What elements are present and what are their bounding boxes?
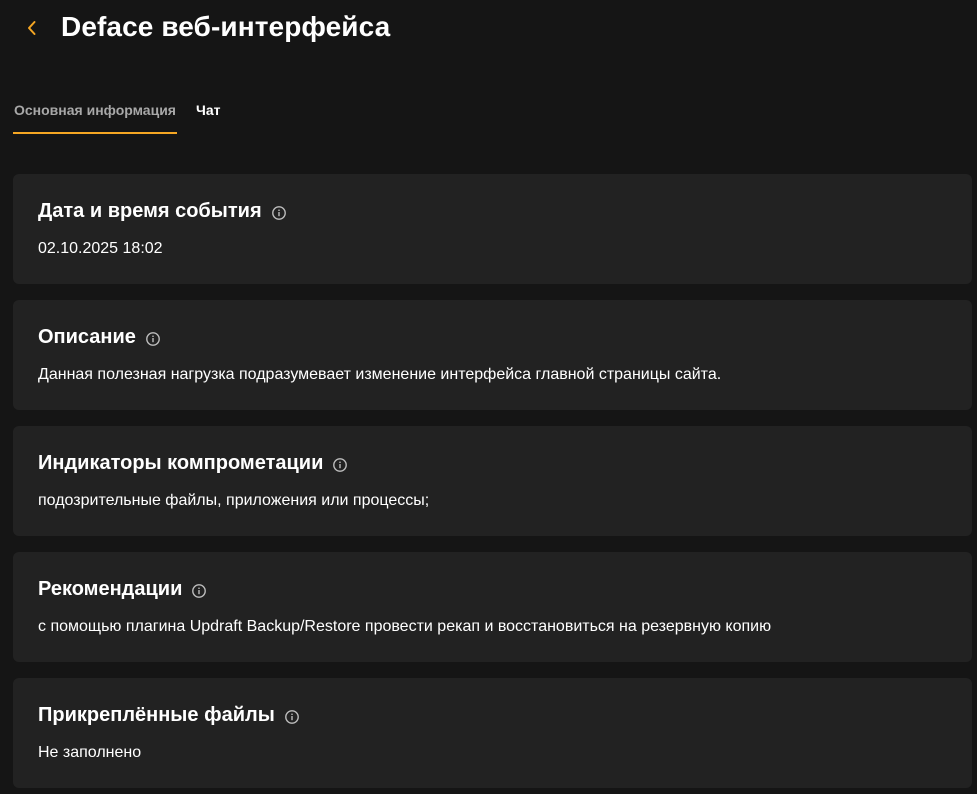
- back-button[interactable]: [20, 14, 44, 42]
- tab-chat[interactable]: Чат: [196, 96, 220, 134]
- info-icon[interactable]: [145, 331, 161, 347]
- info-icon[interactable]: [284, 709, 300, 725]
- section-event-datetime: Дата и время события 02.10.2025 18:02: [13, 174, 972, 284]
- tab-bar: Основная информация Чат: [13, 96, 220, 134]
- section-value: 02.10.2025 18:02: [38, 240, 163, 257]
- section-header: Дата и время события: [38, 200, 287, 223]
- page-title: Deface веб-интерфейса: [61, 11, 391, 42]
- section-value: подозрительные файлы, приложения или про…: [38, 492, 430, 509]
- section-recommendations: Рекомендации с помощью плагина Updraft B…: [13, 552, 972, 662]
- section-attached-files: Прикреплённые файлы Не заполнено: [13, 678, 972, 788]
- info-icon[interactable]: [191, 583, 207, 599]
- section-header: Рекомендации: [38, 578, 207, 601]
- chevron-left-icon: [28, 21, 36, 35]
- section-title: Описание: [38, 326, 136, 348]
- section-header: Описание: [38, 326, 161, 349]
- info-icon[interactable]: [271, 205, 287, 221]
- page-header: Deface веб-интерфейса: [0, 0, 977, 58]
- section-title: Индикаторы компрометации: [38, 452, 324, 474]
- section-description: Описание Данная полезная нагрузка подраз…: [13, 300, 972, 410]
- section-value: Данная полезная нагрузка подразумевает и…: [38, 366, 722, 383]
- incident-details-page: Deface веб-интерфейса Основная информаци…: [0, 0, 977, 794]
- section-indicators: Индикаторы компрометации подозрительные …: [13, 426, 972, 536]
- section-value: Не заполнено: [38, 744, 142, 761]
- section-header: Индикаторы компрометации: [38, 452, 348, 475]
- section-header: Прикреплённые файлы: [38, 704, 300, 727]
- section-title: Прикреплённые файлы: [38, 704, 275, 726]
- tab-main-info[interactable]: Основная информация: [13, 96, 177, 134]
- info-icon[interactable]: [332, 457, 348, 473]
- section-title: Дата и время события: [38, 200, 262, 222]
- section-value: с помощью плагина Updraft Backup/Restore…: [38, 618, 772, 635]
- section-title: Рекомендации: [38, 578, 183, 600]
